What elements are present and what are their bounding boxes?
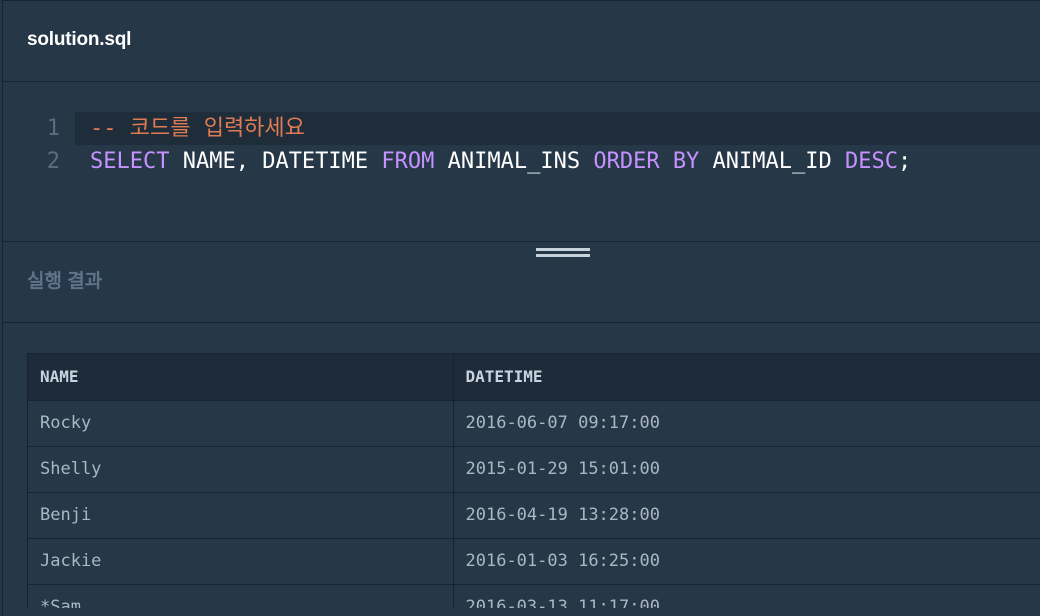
sql-token: ANIMAL_ID [699,149,846,174]
code-editor[interactable]: 1 -- 코드를 입력하세요 2 SELECT NAME, DATETIME F… [2,82,1040,242]
table-row: Shelly 2015-01-29 15:01:00 [28,446,1040,493]
sql-keyword: ORDER BY [593,149,700,174]
cell-datetime: 2016-04-19 13:28:00 [453,492,1040,539]
line-number: 1 [46,116,60,141]
code-line-content[interactable]: SELECT NAME, DATETIME FROM ANIMAL_INS OR… [90,145,911,178]
sql-keyword: DESC [845,149,898,174]
table-row: Jackie 2016-01-03 16:25:00 [28,538,1040,585]
column-header-name: NAME [28,354,454,401]
result-table: NAME DATETIME Rocky 2016-06-07 09:17:00 Sh… [28,354,1040,608]
cell-datetime: 2016-06-07 09:17:00 [453,400,1040,447]
line-number: 2 [46,149,60,174]
code-line-2[interactable]: 2 SELECT NAME, DATETIME FROM ANIMAL_INS … [2,145,1040,178]
cell-datetime: 2016-03-13 11:17:00 [453,584,1040,608]
sql-comment: -- 코드를 입력하세요 [90,116,305,141]
sql-token: ANIMAL_INS [434,149,594,174]
table-row: Rocky 2016-06-07 09:17:00 [28,400,1040,447]
cell-name: Rocky [28,400,454,447]
sql-token: NAME, DATETIME [169,149,382,174]
table-header-row: NAME DATETIME [28,354,1040,401]
result-table-container[interactable]: NAME DATETIME Rocky 2016-06-07 09:17:00 Sh… [27,353,1040,608]
file-title: solution.sql [27,29,132,50]
table-row: Benji 2016-04-19 13:28:00 [28,492,1040,539]
cell-datetime: 2016-01-03 16:25:00 [453,538,1040,585]
sql-token: ; [898,149,912,174]
sql-keyword: FROM [381,149,435,174]
divider [2,322,1040,323]
file-header: solution.sql [2,0,1040,82]
code-line-content[interactable]: -- 코드를 입력하세요 [90,112,305,145]
result-table-body: Rocky 2016-06-07 09:17:00 Shelly 2015-01-29… [28,400,1040,608]
cell-name: *Sam [28,584,454,608]
table-row: *Sam 2016-03-13 11:17:00 [28,584,1040,608]
result-heading: 실행 결과 [27,271,103,292]
column-header-datetime: DATETIME [453,354,1040,401]
code-line-1[interactable]: 1 -- 코드를 입력하세요 [2,112,1040,145]
cell-name: Shelly [28,446,454,493]
sql-keyword: SELECT [90,149,170,174]
drag-handle-icon[interactable] [536,248,590,262]
cell-name: Benji [28,492,454,539]
cell-name: Jackie [28,538,454,585]
cell-datetime: 2015-01-29 15:01:00 [453,446,1040,493]
